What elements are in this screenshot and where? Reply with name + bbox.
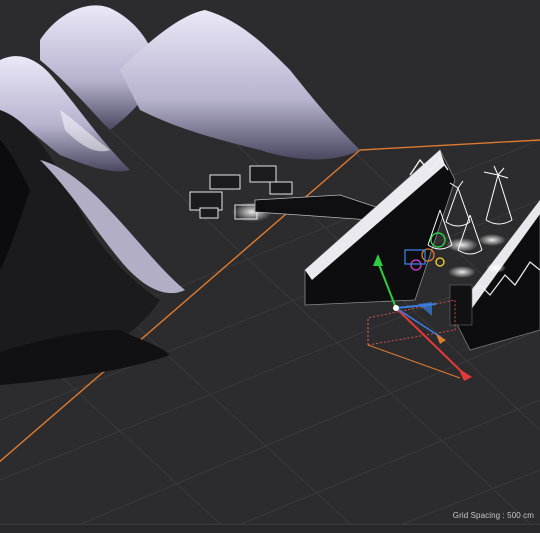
scene-canvas[interactable] <box>0 0 540 533</box>
3d-viewport[interactable]: Grid Spacing : 500 cm <box>0 0 540 533</box>
light-glows <box>446 234 506 278</box>
building-left[interactable] <box>304 149 456 306</box>
grid-spacing-readout: Grid Spacing : 500 cm <box>452 511 534 520</box>
viewport-bottom-bar <box>0 524 540 533</box>
